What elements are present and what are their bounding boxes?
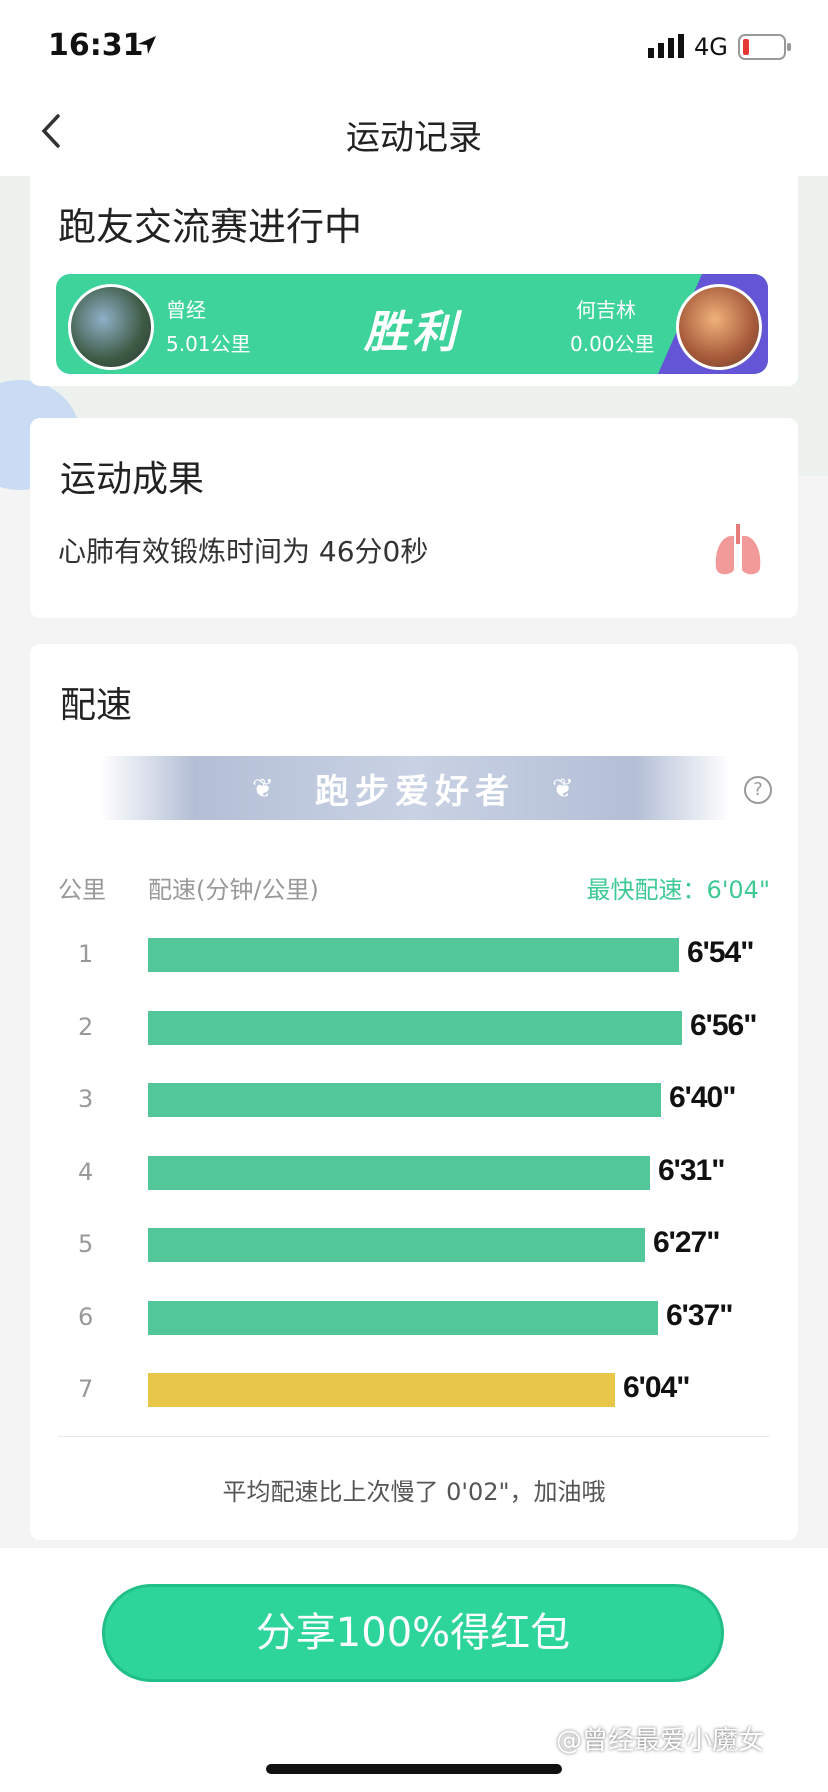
match-result: 胜利 — [364, 307, 460, 358]
share-button[interactable]: 分享100%得红包 — [102, 1584, 724, 1682]
result-title: 运动成果 — [60, 459, 205, 500]
home-indicator[interactable] — [266, 1764, 562, 1774]
help-icon[interactable]: ? — [744, 776, 772, 804]
player2-avatar — [676, 284, 762, 370]
wheat-icon: ❦ — [552, 774, 574, 804]
divider — [58, 1436, 770, 1437]
fastest-pace: 最快配速：6'04" — [586, 876, 770, 904]
runner-badge-label: 跑步爱好者 — [315, 772, 515, 812]
status-time: 16:31 — [48, 28, 144, 63]
player2-distance: 0.00公里 — [570, 332, 655, 356]
network-type: 4G — [694, 33, 728, 61]
cardio-time-text: 心肺有效锻炼时间为 46分0秒 — [58, 535, 429, 568]
player2-name: 何吉林 — [576, 298, 636, 322]
location-arrow-icon — [138, 36, 156, 54]
pace-title: 配速 — [60, 685, 133, 726]
watermark: @曾经最爱小魔女 — [556, 1726, 765, 1756]
pace-compare-text: 平均配速比上次慢了 0'02"，加油哦 — [222, 1478, 606, 1506]
match-vs-bar[interactable]: 曾经 5.01公里 胜利 何吉林 0.00公里 — [56, 274, 768, 374]
battery-icon — [738, 34, 791, 60]
column-header-pace: 配速(分钟/公里) — [148, 876, 319, 904]
column-header-km: 公里 — [58, 876, 106, 904]
match-title: 跑友交流赛进行中 — [58, 205, 363, 249]
signal-icon — [648, 34, 684, 58]
page-title: 运动记录 — [346, 118, 482, 158]
lungs-icon — [715, 524, 761, 575]
result-card — [30, 418, 798, 618]
